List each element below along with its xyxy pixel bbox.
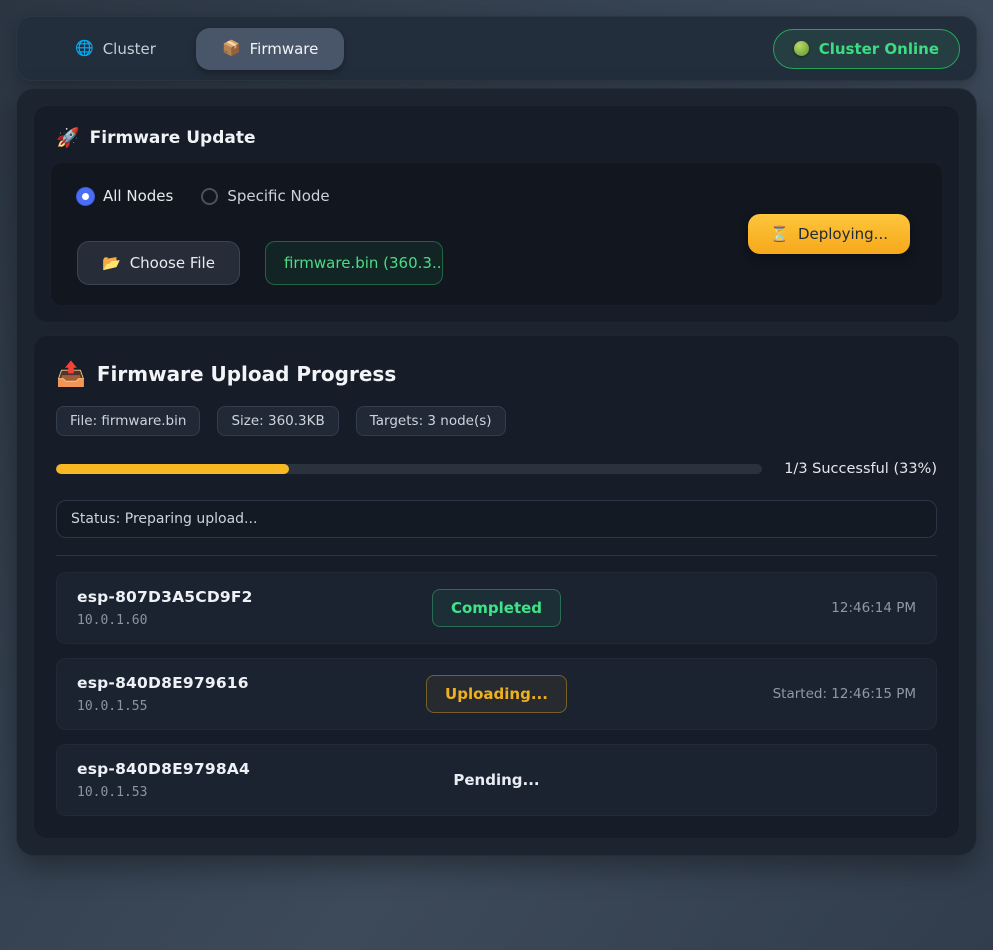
node-identity: esp-840D8E979616 10.0.1.55 xyxy=(77,674,426,714)
node-status-badge: Completed xyxy=(432,589,561,627)
hourglass-icon: ⏳ xyxy=(770,227,789,242)
node-ip: 10.0.1.53 xyxy=(77,785,449,800)
selected-file-chip: firmware.bin (360.3... xyxy=(265,241,443,285)
main-content: 🚀 Firmware Update All Nodes Specific Nod… xyxy=(16,88,977,856)
folder-icon: 📂 xyxy=(102,256,121,271)
file-select-row: 📂 Choose File firmware.bin (360.3... xyxy=(67,241,748,285)
upload-progress-title: 📤 Firmware Upload Progress xyxy=(50,352,943,390)
upload-progress-title-text: Firmware Upload Progress xyxy=(97,362,396,386)
progress-bar-fill xyxy=(56,464,289,474)
firmware-update-card: 🚀 Firmware Update All Nodes Specific Nod… xyxy=(33,105,960,323)
radio-specific-node-label: Specific Node xyxy=(227,187,329,205)
progress-label: 1/3 Successful (33%) xyxy=(784,461,937,477)
target-mode-radios: All Nodes Specific Node xyxy=(67,183,748,209)
deploy-button-label: Deploying... xyxy=(798,225,888,243)
node-identity: esp-840D8E9798A4 10.0.1.53 xyxy=(77,760,449,800)
status-message-box: Status: Preparing upload... xyxy=(56,500,937,538)
online-dot-icon xyxy=(794,41,809,56)
radio-all-nodes[interactable]: All Nodes xyxy=(77,187,173,205)
tab-firmware[interactable]: 📦 Firmware xyxy=(196,28,344,70)
node-status-badge: Pending... xyxy=(449,762,543,798)
upload-controls-panel: All Nodes Specific Node 📂 Choose File fi… xyxy=(50,162,943,306)
node-row-2: esp-840D8E979616 10.0.1.55 Uploading... … xyxy=(56,658,937,730)
upload-controls-left: All Nodes Specific Node 📂 Choose File fi… xyxy=(67,183,748,285)
cluster-status-badge: Cluster Online xyxy=(773,29,960,69)
outbox-tray-icon: 📤 xyxy=(56,362,86,386)
node-status-badge: Uploading... xyxy=(426,675,567,713)
node-row-3: esp-840D8E9798A4 10.0.1.53 Pending... xyxy=(56,744,937,816)
node-identity: esp-807D3A5CD9F2 10.0.1.60 xyxy=(77,588,432,628)
top-navbar: 🌐 Cluster 📦 Firmware Cluster Online xyxy=(16,16,977,81)
overall-progress-row: 1/3 Successful (33%) xyxy=(56,461,937,477)
firmware-dashboard: 🌐 Cluster 📦 Firmware Cluster Online 🚀 Fi… xyxy=(0,0,993,872)
node-name: esp-840D8E9798A4 xyxy=(77,760,449,778)
tab-firmware-label: Firmware xyxy=(250,40,319,58)
file-badge: File: firmware.bin xyxy=(56,406,200,436)
cluster-status-label: Cluster Online xyxy=(819,40,939,58)
progress-bar-track xyxy=(56,464,762,474)
node-timestamp: Started: 12:46:15 PM xyxy=(567,686,916,702)
radio-specific-node[interactable]: Specific Node xyxy=(201,187,329,205)
node-name: esp-840D8E979616 xyxy=(77,674,426,692)
upload-progress-card: 📤 Firmware Upload Progress File: firmwar… xyxy=(33,335,960,839)
package-icon: 📦 xyxy=(222,41,241,56)
size-badge: Size: 360.3KB xyxy=(217,406,338,436)
radio-unselected-icon[interactable] xyxy=(201,188,218,205)
node-name: esp-807D3A5CD9F2 xyxy=(77,588,432,606)
tab-cluster[interactable]: 🌐 Cluster xyxy=(57,28,174,70)
upload-meta-badges: File: firmware.bin Size: 360.3KB Targets… xyxy=(56,406,943,436)
radio-all-nodes-label: All Nodes xyxy=(103,187,173,205)
node-ip: 10.0.1.60 xyxy=(77,613,432,628)
rocket-icon: 🚀 xyxy=(56,129,80,148)
choose-file-button[interactable]: 📂 Choose File xyxy=(77,241,240,285)
node-timestamp: 12:46:14 PM xyxy=(561,600,916,616)
targets-badge: Targets: 3 node(s) xyxy=(356,406,506,436)
radio-selected-icon[interactable] xyxy=(77,188,94,205)
choose-file-label: Choose File xyxy=(130,254,215,272)
firmware-update-title-text: Firmware Update xyxy=(90,128,256,148)
globe-icon: 🌐 xyxy=(75,41,94,56)
deploy-button[interactable]: ⏳ Deploying... xyxy=(748,214,910,254)
firmware-update-title: 🚀 Firmware Update xyxy=(50,122,943,162)
tab-cluster-label: Cluster xyxy=(103,40,156,58)
node-row-1: esp-807D3A5CD9F2 10.0.1.60 Completed 12:… xyxy=(56,572,937,644)
node-ip: 10.0.1.55 xyxy=(77,699,426,714)
node-list-divider xyxy=(56,555,937,556)
